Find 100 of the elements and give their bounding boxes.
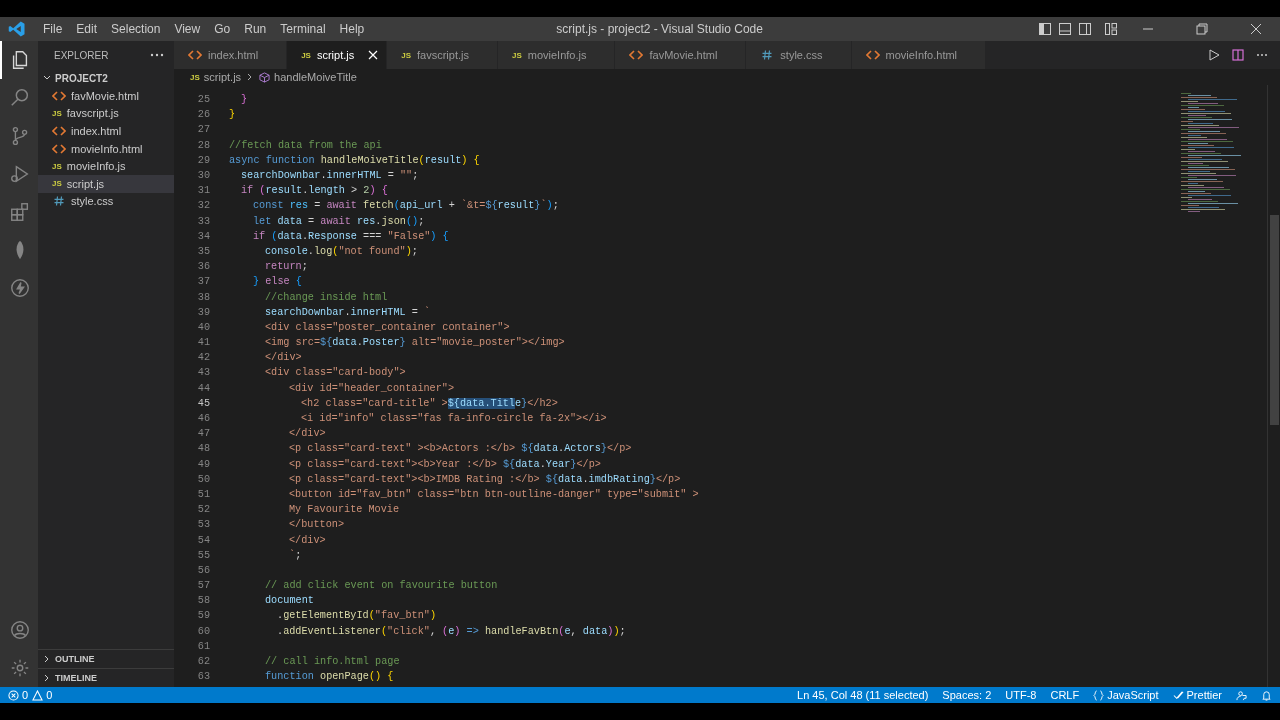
line-number: 46 — [196, 413, 210, 425]
explorer-file[interactable]: JS favscript.js — [38, 104, 174, 123]
explorer-file[interactable]: index.html — [38, 122, 174, 140]
breadcrumb-item[interactable]: script.js — [203, 71, 242, 83]
editor-tab[interactable]: favMovie.html — [615, 41, 747, 69]
line-number: 62 — [196, 656, 210, 668]
status-count[interactable]: 0 — [22, 689, 29, 701]
status-item[interactable]: Prettier — [1186, 689, 1222, 701]
line-number: 61 — [196, 640, 210, 652]
double-check-icon — [1172, 689, 1184, 701]
explorer-file[interactable]: favMovie.html — [38, 87, 174, 105]
html-file-icon — [629, 50, 644, 60]
line-number: 53 — [196, 519, 210, 531]
toggle-secondary-sidebar-icon[interactable] — [1078, 22, 1092, 36]
explorer-file[interactable]: movieInfo.html — [38, 139, 174, 158]
code-line: if (result.length > 2) { — [241, 185, 388, 197]
code-line: } — [229, 109, 236, 121]
explorer-file[interactable]: JS script.js — [38, 174, 174, 193]
status-count[interactable]: 0 — [46, 689, 53, 701]
run-icon[interactable] — [1208, 49, 1220, 61]
status-item[interactable]: Ln 45, Col 48 (11 selected) — [797, 689, 929, 701]
line-number: 29 — [196, 154, 210, 166]
line-number: 30 — [196, 170, 210, 182]
code-line: function openPage() { — [265, 671, 394, 683]
menu-item[interactable]: Go — [207, 22, 238, 36]
section-header[interactable]: OUTLINE — [55, 654, 95, 664]
js-file-icon: JS — [52, 161, 62, 172]
html-file-icon — [52, 143, 66, 154]
lightning-icon[interactable] — [9, 277, 31, 299]
menu-item[interactable]: Edit — [69, 22, 105, 36]
extensions-icon[interactable] — [9, 201, 31, 223]
status-item[interactable]: JavaScript — [1107, 689, 1159, 701]
code-line: //change inside html — [265, 291, 388, 303]
settings-icon[interactable] — [9, 657, 31, 679]
code-line: `; — [289, 549, 302, 561]
html-file-icon — [188, 50, 202, 60]
split-editor-icon[interactable] — [1232, 49, 1244, 61]
code-line: searchDownbar.innerHTML = ` — [265, 306, 431, 318]
js-file-icon: JS — [401, 50, 411, 60]
search-icon[interactable] — [9, 87, 31, 109]
code-line: <div id="header_container"> — [289, 382, 455, 394]
line-number: 44 — [196, 382, 210, 394]
editor-tab[interactable]: JS script.js — [287, 41, 388, 69]
feedback-icon[interactable] — [1236, 689, 1247, 701]
line-number: 28 — [196, 139, 210, 151]
css-file-icon — [52, 196, 66, 207]
editor-tab[interactable]: JS movieInfo.js — [498, 41, 616, 69]
code-line: let data = await res.json(); — [253, 215, 425, 227]
code-line: <p class="card-text"><b>IMDB Rating :</b> ${data.imdbRating}</p> — [289, 473, 681, 485]
editor-tab[interactable]: style.css — [746, 41, 852, 69]
line-number: 40 — [196, 321, 210, 333]
line-number: 36 — [196, 261, 210, 273]
line-number: 56 — [196, 564, 210, 576]
editor-tab[interactable]: movieInfo.html — [851, 41, 987, 69]
bell-icon[interactable] — [1261, 689, 1272, 701]
scrollbar-thumb[interactable] — [1270, 215, 1279, 425]
code-line: .getElementById("fav_btn") — [277, 610, 436, 622]
line-number: 57 — [196, 580, 210, 592]
line-number: 50 — [196, 473, 210, 485]
warning-icon — [32, 689, 44, 701]
status-item[interactable]: CRLF — [1050, 689, 1080, 701]
line-number: 54 — [196, 534, 210, 546]
menu-item[interactable]: Selection — [104, 22, 168, 36]
code-line: .addEventListener("click", (e) => handleFavBtn(e, data)); — [277, 625, 626, 637]
more-icon[interactable] — [150, 53, 164, 57]
menu-item[interactable]: File — [36, 22, 70, 36]
editor-tab[interactable]: JS favscript.js — [387, 41, 498, 69]
line-number: 59 — [196, 610, 210, 622]
breadcrumb-item[interactable]: handleMoiveTitle — [274, 71, 357, 83]
code-line: // add click event on favourite button — [265, 580, 498, 592]
section-header[interactable]: TIMELINE — [55, 673, 97, 683]
explorer-file[interactable]: JS movieInfo.js — [38, 157, 174, 175]
js-file-icon: JS — [52, 108, 62, 119]
explorer-file[interactable]: style.css — [38, 192, 174, 211]
toggle-sidebar-icon[interactable] — [1038, 22, 1052, 36]
menu-item[interactable]: View — [167, 22, 208, 36]
line-number: 38 — [196, 291, 210, 303]
status-item[interactable]: Spaces: 2 — [942, 689, 992, 701]
code-line: My Favourite Movie — [289, 504, 400, 516]
menu-item[interactable]: Terminal — [273, 22, 333, 36]
status-item[interactable]: UTF-8 — [1005, 689, 1037, 701]
line-number: 27 — [196, 124, 210, 136]
editor-tab[interactable]: index.html — [174, 41, 288, 69]
code-line: //fetch data from the api — [229, 139, 382, 151]
menu-item[interactable]: Run — [237, 22, 274, 36]
html-file-icon — [52, 126, 66, 136]
close-icon[interactable] — [1249, 22, 1263, 36]
code-line: searchDownbar.innerHTML = ""; — [241, 170, 419, 182]
menu-item[interactable]: Help — [332, 22, 372, 36]
restore-icon[interactable] — [1195, 22, 1209, 36]
run-debug-icon[interactable] — [9, 163, 31, 185]
line-number: 51 — [196, 488, 210, 500]
line-number: 45 — [196, 397, 210, 409]
line-number: 55 — [196, 549, 210, 561]
layout-icon[interactable] — [1104, 22, 1118, 36]
account-icon[interactable] — [9, 619, 31, 641]
folder-name[interactable]: PROJECT2 — [55, 72, 108, 84]
toggle-panel-icon[interactable] — [1058, 22, 1072, 36]
code-line: <img src=${data.Poster} alt="movie_poster"></img> — [265, 337, 565, 349]
code-line: </button> — [289, 519, 345, 531]
